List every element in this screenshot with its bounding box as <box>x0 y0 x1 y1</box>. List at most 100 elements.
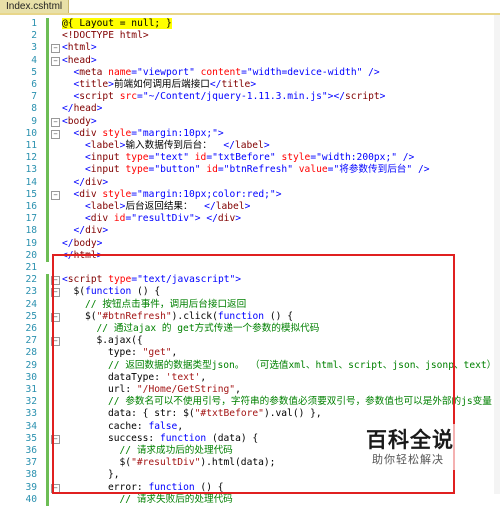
code-text: <input type="button" id="btnRefresh" val… <box>85 164 430 176</box>
line-number: 1 <box>31 18 37 29</box>
code-token: name <box>108 66 132 78</box>
code-token: width:200px; <box>321 152 392 164</box>
line-number: 27 <box>25 335 37 347</box>
code-line[interactable]: 40 // 请求失败后的处理代码 <box>0 494 500 506</box>
line-number: 8 <box>31 103 37 115</box>
fold-toggle-icon[interactable]: − <box>51 44 60 54</box>
line-number: 33 <box>25 408 37 420</box>
code-token: text <box>160 152 184 164</box>
code-token: body <box>73 237 97 249</box>
code-token: title <box>221 79 251 90</box>
line-number: 35 <box>25 432 37 444</box>
code-token: div <box>90 213 114 225</box>
line-number: 2 <box>31 30 37 42</box>
code-line[interactable]: 14 </div> <box>0 177 500 189</box>
code-line[interactable]: 1 @{ Layout = null; } <box>0 18 500 30</box>
code-text: <div id="resultDiv"> </div> <box>85 213 241 225</box>
code-line[interactable]: 9 − <body> <box>0 116 500 128</box>
code-token: body <box>67 115 91 127</box>
code-text: <title>前端如何调用后端接口</title> <box>74 79 257 91</box>
code-token: resultDiv <box>137 213 189 225</box>
code-token: </ <box>204 201 216 212</box>
code-line[interactable]: 11 <label>输入数据传到后台： </label> <box>0 140 500 152</box>
code-token: script <box>79 91 120 103</box>
fold-toggle-icon[interactable]: − <box>51 117 60 127</box>
code-token: =" <box>206 152 218 164</box>
code-token: " /> <box>406 164 430 176</box>
code-token: label <box>215 201 245 212</box>
line-number: 32 <box>25 396 37 408</box>
code-token: =" <box>241 66 253 78</box>
code-token: txtBefore <box>217 152 270 164</box>
code-line[interactable]: 6 <title>前端如何调用后端接口</title> <box>0 79 500 91</box>
code-line[interactable]: 2 <!DOCTYPE html> <box>0 30 500 42</box>
code-token: </ <box>223 140 235 151</box>
line-number: 40 <box>25 493 37 505</box>
code-token: @{ Layout = null; } <box>62 18 172 29</box>
code-token: width=device-width <box>252 66 357 78</box>
code-token: style <box>102 127 132 139</box>
line-number: 29 <box>25 359 37 371</box>
code-text: <html> <box>62 42 97 54</box>
line-number: 17 <box>25 213 37 225</box>
code-token: label <box>234 140 264 151</box>
code-token: =" <box>327 164 340 176</box>
code-token: > <box>96 103 103 115</box>
code-line[interactable]: 5 <meta name="viewport" content="width=de… <box>0 67 500 79</box>
code-token: > <box>90 115 97 127</box>
line-number: 6 <box>31 79 37 90</box>
code-text: </div> <box>74 177 109 189</box>
code-token: > <box>379 91 386 103</box>
code-line[interactable]: 3 − <html> <box>0 42 500 54</box>
line-number: 36 <box>25 445 37 456</box>
code-token: > <box>244 201 251 212</box>
code-token: =" <box>131 66 143 78</box>
code-token: </ <box>73 225 86 237</box>
code-text: <head> <box>62 55 97 67</box>
line-number: 11 <box>25 140 37 151</box>
code-token: "> </ <box>189 213 218 225</box>
code-token: " <box>269 152 282 164</box>
line-number: 28 <box>25 347 37 359</box>
line-number: 3 <box>31 42 37 54</box>
line-number: 38 <box>25 469 37 481</box>
code-text: </head> <box>62 103 102 115</box>
code-line[interactable]: 10 − <div style="margin:10px;"> <box>0 128 500 140</box>
fold-toggle-icon[interactable]: − <box>51 56 60 66</box>
fold-toggle-icon[interactable]: − <box>51 129 60 139</box>
code-token: head <box>73 103 97 115</box>
code-line[interactable]: 19 </body> <box>0 238 500 250</box>
code-token: "> <box>212 127 224 139</box>
code-line[interactable]: 4 − <head> <box>0 55 500 67</box>
code-token: margin:10px; <box>142 127 213 139</box>
code-token: 输入数据传到后台： <box>125 140 224 151</box>
vertical-scrollbar[interactable] <box>494 15 500 494</box>
code-line[interactable]: 18 </div> <box>0 225 500 237</box>
code-token: =" <box>131 127 143 139</box>
code-line[interactable]: 13 <input type="button" id="btnRefresh" v… <box>0 164 500 176</box>
code-token: </ <box>73 176 86 188</box>
code-token: =" <box>131 188 143 200</box>
code-token: </ <box>62 103 74 115</box>
code-token: head <box>67 54 91 66</box>
code-token: id <box>194 152 207 164</box>
code-token: =" <box>310 152 322 164</box>
code-line[interactable]: 8 </head> <box>0 103 500 115</box>
code-text: <body> <box>62 116 97 128</box>
line-number: 10 <box>25 127 37 139</box>
fold-toggle-icon[interactable]: − <box>51 190 60 200</box>
code-line[interactable]: 15 − <div style="margin:10px;color:red;"> <box>0 189 500 201</box>
code-token: input <box>90 164 126 176</box>
code-line[interactable]: 12 <input type="text" id="txtBefore" styl… <box>0 152 500 164</box>
code-token: style <box>281 152 311 164</box>
code-text: // 请求失败后的处理代码 <box>120 494 233 506</box>
tab-index-cshtml[interactable]: Index.cshtml <box>0 0 70 13</box>
code-line[interactable]: 7 <script src="~/Content/jquery-1.11.3.mi… <box>0 91 500 103</box>
line-number: 14 <box>25 176 37 188</box>
code-token: =" <box>137 91 149 103</box>
code-line[interactable]: 16 <label>后台返回结果： </label> <box>0 201 500 213</box>
line-number: 13 <box>25 164 37 176</box>
code-token: 将参数传到后台 <box>339 164 407 176</box>
code-token: > <box>90 54 97 66</box>
code-line[interactable]: 17 <div id="resultDiv"> </div> <box>0 213 500 225</box>
